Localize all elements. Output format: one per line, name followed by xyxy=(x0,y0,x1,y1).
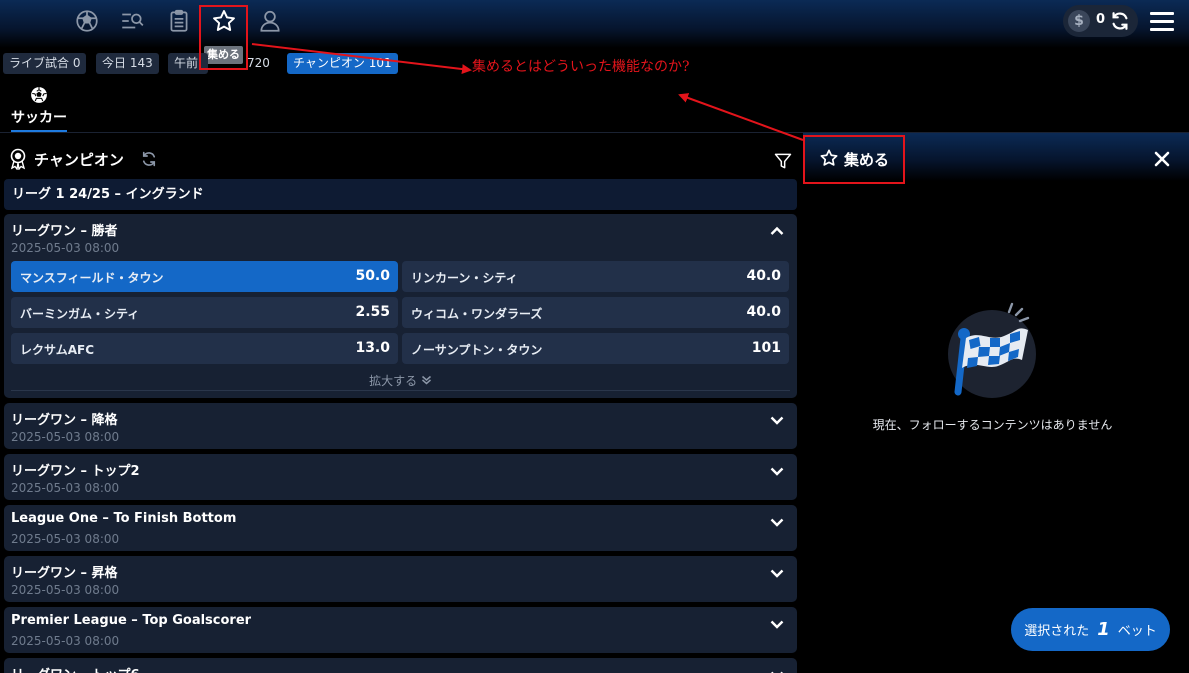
soccer-icon[interactable] xyxy=(74,8,100,34)
market-date: 2025-05-03 08:00 xyxy=(11,634,120,648)
odd-button[interactable]: マンスフィールド・タウン 50.0 xyxy=(11,261,398,292)
clipboard-icon[interactable] xyxy=(166,8,192,34)
tab-soccer-label: サッカー xyxy=(11,110,67,126)
divider xyxy=(11,390,790,391)
market-card-winner: リーグワン – 勝者 2025-05-03 08:00 マンスフィールド・タウン… xyxy=(4,214,797,398)
annotation-box-panel xyxy=(803,135,905,184)
odd-button[interactable]: レクサムAFC 13.0 xyxy=(11,333,398,364)
chip-today[interactable]: 今日 143 xyxy=(96,53,159,74)
close-icon[interactable] xyxy=(1154,151,1170,167)
team-name: リンカーン・シティ xyxy=(411,271,518,285)
team-name: マンスフィールド・タウン xyxy=(20,271,164,285)
team-name: レクサムAFC xyxy=(20,343,95,357)
hamburger-menu-icon[interactable] xyxy=(1150,12,1174,32)
team-name: ウィコム・ワンダラーズ xyxy=(411,307,543,321)
betslip-label: 選択された xyxy=(1024,624,1090,639)
market-date: 2025-05-03 08:00 xyxy=(11,532,120,546)
market-date: 2025-05-03 08:00 xyxy=(11,241,120,255)
award-medal-icon xyxy=(10,148,26,170)
odd-button[interactable]: リンカーン・シティ 40.0 xyxy=(402,261,789,292)
market-name: リーグワン – 降格 xyxy=(11,413,118,428)
market-name: Premier League – Top Goalscorer xyxy=(11,613,252,628)
refresh-balance-icon[interactable] xyxy=(1109,10,1131,32)
chip-morning-count[interactable]: 720 xyxy=(244,53,273,74)
page-title: チャンピオン xyxy=(34,150,124,169)
double-chevron-down-icon xyxy=(421,375,431,385)
market-name: リーグワン – 勝者 xyxy=(11,224,118,239)
market-card[interactable]: リーグワン – 降格 2025-05-03 08:00 xyxy=(4,403,797,449)
betslip-count: 1 xyxy=(1097,619,1110,640)
market-date: 2025-05-03 08:00 xyxy=(11,481,120,495)
market-card[interactable]: League One – To Finish Bottom 2025-05-03… xyxy=(4,505,797,551)
market-name: リーグワン – 昇格 xyxy=(11,566,118,581)
market-card[interactable]: Premier League – Top Goalscorer 2025-05-… xyxy=(4,607,797,653)
league-header[interactable]: リーグ 1 24/25 – イングランド xyxy=(4,179,797,210)
refresh-icon[interactable] xyxy=(140,150,158,168)
chip-champion[interactable]: チャンピオン 101 xyxy=(287,53,398,74)
odd-price: 13.0 xyxy=(355,340,390,356)
market-name: League One – To Finish Bottom xyxy=(11,511,237,526)
top-bar: $ 0 xyxy=(0,0,1189,48)
chevron-down-icon[interactable] xyxy=(769,463,785,479)
empty-state-text: 現在、フォローするコンテンツはありません xyxy=(872,418,1113,432)
chevron-down-icon[interactable] xyxy=(769,667,785,673)
betslip-suffix: ベット xyxy=(1117,624,1157,639)
expand-button[interactable]: 拡大する xyxy=(4,372,797,389)
soccer-ball-icon xyxy=(31,87,47,103)
chevron-up-icon[interactable] xyxy=(769,223,785,239)
dollar-coin-icon: $ xyxy=(1068,10,1090,32)
annotation-box-star xyxy=(199,5,248,70)
odd-price: 40.0 xyxy=(746,268,781,284)
annotation-note: 集めるとはどういった機能なのか? xyxy=(472,59,690,75)
market-date: 2025-05-03 08:00 xyxy=(11,430,120,444)
team-name: バーミンガム・シティ xyxy=(20,307,140,321)
odd-price: 50.0 xyxy=(355,268,390,284)
market-card[interactable]: リーグワン – トップ2 2025-05-03 08:00 xyxy=(4,454,797,500)
chevron-down-icon[interactable] xyxy=(769,565,785,581)
market-card[interactable]: リーグワン – 昇格 2025-05-03 08:00 xyxy=(4,556,797,602)
chevron-down-icon[interactable] xyxy=(769,514,785,530)
odd-price: 40.0 xyxy=(746,304,781,320)
chevron-down-icon[interactable] xyxy=(769,412,785,428)
section-header: チャンピオン xyxy=(8,148,158,170)
wallet-balance[interactable]: $ 0 xyxy=(1063,5,1138,37)
chevron-down-icon[interactable] xyxy=(769,616,785,632)
odd-button[interactable]: ウィコム・ワンダラーズ 40.0 xyxy=(402,297,789,328)
market-name: リーグワン – トップ2 xyxy=(11,464,140,479)
odd-button[interactable]: バーミンガム・シティ 2.55 xyxy=(11,297,398,328)
market-date: 2025-05-03 08:00 xyxy=(11,583,120,597)
odd-button[interactable]: ノーサンプトン・タウン 101 xyxy=(402,333,789,364)
user-icon[interactable] xyxy=(257,8,283,34)
betslip-button[interactable]: 選択された 1 ベット xyxy=(1011,608,1170,651)
balance-amount: 0 xyxy=(1096,12,1106,27)
team-name: ノーサンプトン・タウン xyxy=(411,343,543,357)
checkered-flag-icon xyxy=(948,302,1036,398)
odd-price: 101 xyxy=(751,340,781,356)
filter-icon[interactable] xyxy=(773,151,793,171)
odd-price: 2.55 xyxy=(355,304,390,320)
chip-live[interactable]: ライブ試合 0 xyxy=(3,53,87,74)
tab-soccer[interactable]: サッカー xyxy=(11,86,67,132)
search-list-icon[interactable] xyxy=(119,8,145,34)
market-card[interactable]: リーグワン – トップ6 xyxy=(4,658,797,673)
market-name: リーグワン – トップ6 xyxy=(11,664,140,673)
expand-label: 拡大する xyxy=(369,374,418,388)
